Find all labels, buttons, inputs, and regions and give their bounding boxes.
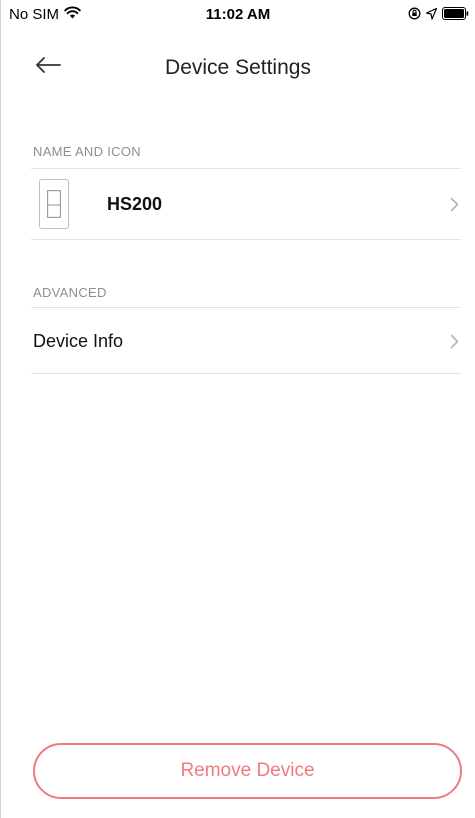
section-header-advanced: ADVANCED	[33, 285, 107, 300]
device-info-row[interactable]: Device Info	[31, 309, 461, 373]
device-name-row[interactable]: HS200	[31, 170, 461, 238]
status-bar: No SIM 11:02 AM	[1, 0, 475, 32]
orientation-lock-icon	[408, 7, 421, 24]
remove-device-button[interactable]: Remove Device	[33, 743, 462, 799]
chevron-right-icon	[450, 334, 459, 349]
status-right	[408, 7, 469, 24]
divider	[31, 168, 461, 169]
nav-bar: Device Settings	[1, 44, 475, 92]
battery-icon	[442, 7, 469, 24]
device-info-label: Device Info	[33, 330, 124, 351]
device-name: HS200	[107, 193, 163, 214]
page-title: Device Settings	[165, 56, 311, 79]
device-settings-screen: No SIM 11:02 AM Device Settings NAME AND…	[0, 0, 475, 818]
divider	[31, 239, 461, 240]
divider	[31, 373, 461, 374]
divider	[31, 307, 461, 308]
location-icon	[425, 7, 438, 24]
section-header-name-and-icon: NAME AND ICON	[33, 144, 141, 159]
status-time: 11:02 AM	[205, 6, 271, 23]
light-switch-icon	[39, 179, 69, 229]
chevron-right-icon	[450, 197, 459, 212]
